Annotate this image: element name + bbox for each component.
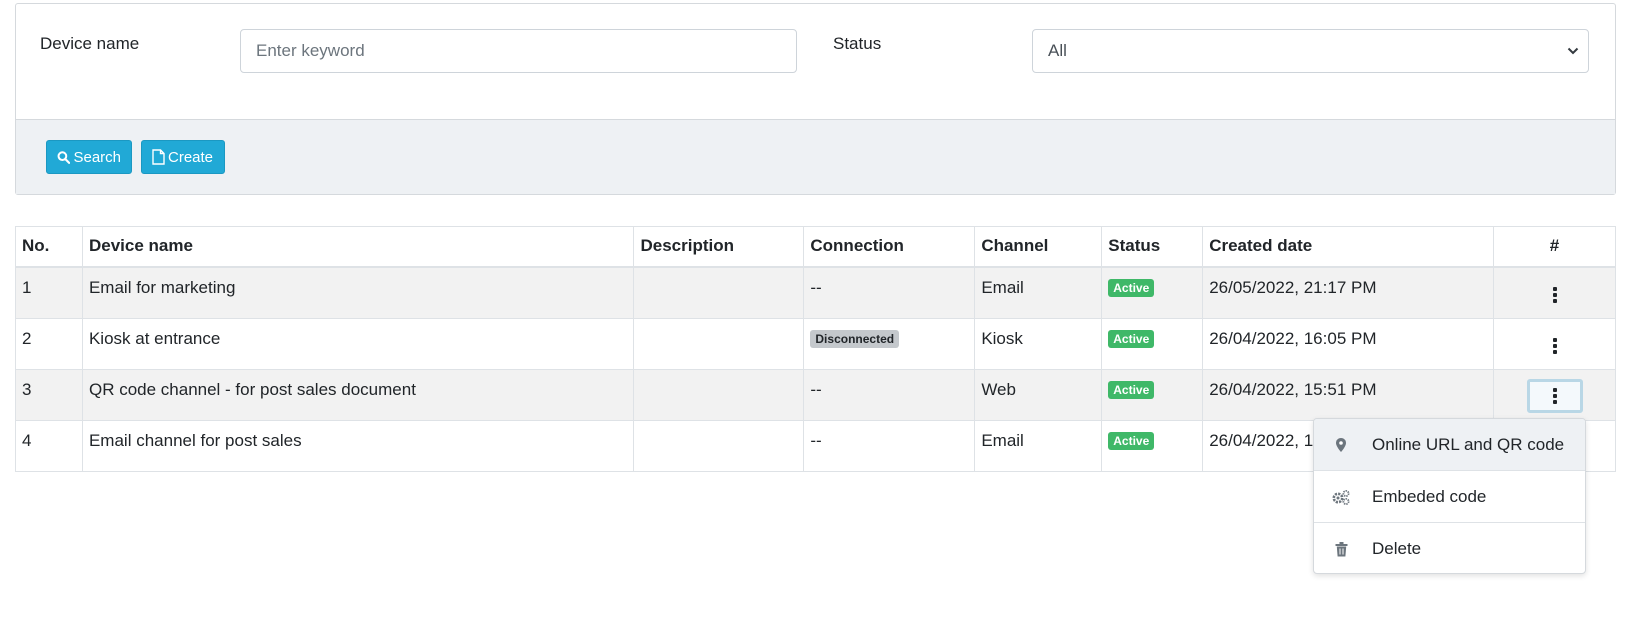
row-actions-button[interactable]: [1543, 280, 1567, 310]
trash-icon: [1314, 541, 1372, 557]
device-name-label: Device name: [40, 34, 140, 53]
row-number: 1: [15, 266, 83, 319]
status-select-value: All: [1048, 41, 1067, 60]
description-cell: [633, 317, 805, 370]
create-button-label: Create: [168, 148, 214, 166]
chevron-down-icon: [1567, 47, 1579, 55]
create-button[interactable]: Create: [141, 140, 225, 174]
kebab-menu-icon: [1552, 286, 1557, 303]
kebab-menu-icon: [1552, 387, 1557, 404]
filter-fields: Device name Enter keyword Status All: [16, 4, 1615, 119]
actions-cell: [1493, 368, 1616, 421]
status-badge: Active: [1108, 329, 1155, 348]
description-cell: [633, 266, 805, 319]
channel-cell: Web: [974, 368, 1103, 421]
connection-badge: Disconnected: [810, 329, 900, 348]
menu-item-label: Embeded code: [1372, 486, 1487, 506]
row-actions-button[interactable]: [1526, 378, 1583, 413]
connection-cell: Disconnected: [803, 317, 976, 370]
row-number: 3: [15, 368, 83, 421]
status-cell: Active: [1101, 266, 1204, 319]
device-name-cell: Email for marketing: [81, 266, 635, 319]
status-badge: Active: [1108, 431, 1155, 450]
status-cell: Active: [1101, 368, 1204, 421]
device-name-input[interactable]: Enter keyword: [240, 29, 797, 73]
filter-actions: Search Create: [16, 119, 1615, 194]
table-row: 1 Email for marketing -- Email Active 26…: [15, 266, 1616, 319]
status-cell: Active: [1101, 317, 1204, 370]
row-actions-dropdown: Online URL and QR code Embeded code Dele…: [1313, 418, 1586, 574]
created-date-cell: 26/04/2022, 16:05 PM: [1202, 317, 1494, 370]
kebab-menu-icon: [1552, 337, 1557, 354]
column-header-channel: Channel: [974, 226, 1103, 268]
column-header-actions: #: [1493, 226, 1616, 268]
description-cell: [633, 368, 805, 421]
connection-cell: --: [803, 266, 976, 319]
channel-cell: Email: [974, 266, 1103, 319]
connection-cell: --: [803, 368, 976, 421]
table-header-row: No. Device name Description Connection C…: [15, 226, 1616, 268]
status-select[interactable]: All: [1032, 29, 1589, 73]
column-header-no: No.: [15, 226, 83, 268]
status-badge: Active: [1108, 380, 1155, 399]
table-row: 2 Kiosk at entrance Disconnected Kiosk A…: [15, 317, 1616, 370]
connection-cell: --: [803, 419, 976, 472]
search-button[interactable]: Search: [46, 140, 132, 174]
status-badge: Active: [1108, 279, 1155, 297]
column-header-description: Description: [633, 226, 805, 268]
device-name-cell: Kiosk at entrance: [81, 317, 635, 370]
row-number: 2: [15, 317, 83, 370]
device-name-cell: Email channel for post sales: [81, 419, 635, 472]
device-name-cell: QR code channel - for post sales documen…: [81, 368, 635, 421]
row-actions-button[interactable]: [1543, 331, 1567, 361]
column-header-connection: Connection: [803, 226, 976, 268]
description-cell: [633, 419, 805, 472]
filter-panel: Device name Enter keyword Status All Sea…: [15, 3, 1616, 195]
menu-item-label: Online URL and QR code: [1372, 434, 1565, 454]
actions-cell: [1493, 266, 1616, 319]
column-header-status: Status: [1101, 226, 1204, 268]
menu-item-embeded-code[interactable]: Embeded code: [1314, 471, 1585, 523]
menu-item-label: Delete: [1372, 539, 1422, 558]
search-button-label: Search: [73, 148, 121, 166]
actions-cell: [1493, 317, 1616, 370]
menu-item-delete[interactable]: Delete: [1314, 523, 1585, 573]
search-icon: [57, 150, 71, 164]
column-header-created-date: Created date: [1202, 226, 1494, 268]
status-cell: Active: [1101, 419, 1204, 472]
map-pin-icon: [1314, 437, 1372, 453]
channel-cell: Kiosk: [974, 317, 1103, 370]
channel-cell: Email: [974, 419, 1103, 472]
file-icon: [152, 149, 165, 165]
table-row: 3 QR code channel - for post sales docum…: [15, 368, 1616, 421]
row-number: 4: [15, 419, 83, 472]
created-date-cell: 26/04/2022, 15:51 PM: [1202, 368, 1494, 421]
status-label: Status: [833, 34, 882, 53]
column-header-device-name: Device name: [81, 226, 635, 268]
menu-item-online-url-qr[interactable]: Online URL and QR code: [1314, 419, 1585, 471]
created-date-cell: 26/05/2022, 21:17 PM: [1202, 266, 1494, 319]
gears-icon: [1314, 489, 1372, 505]
